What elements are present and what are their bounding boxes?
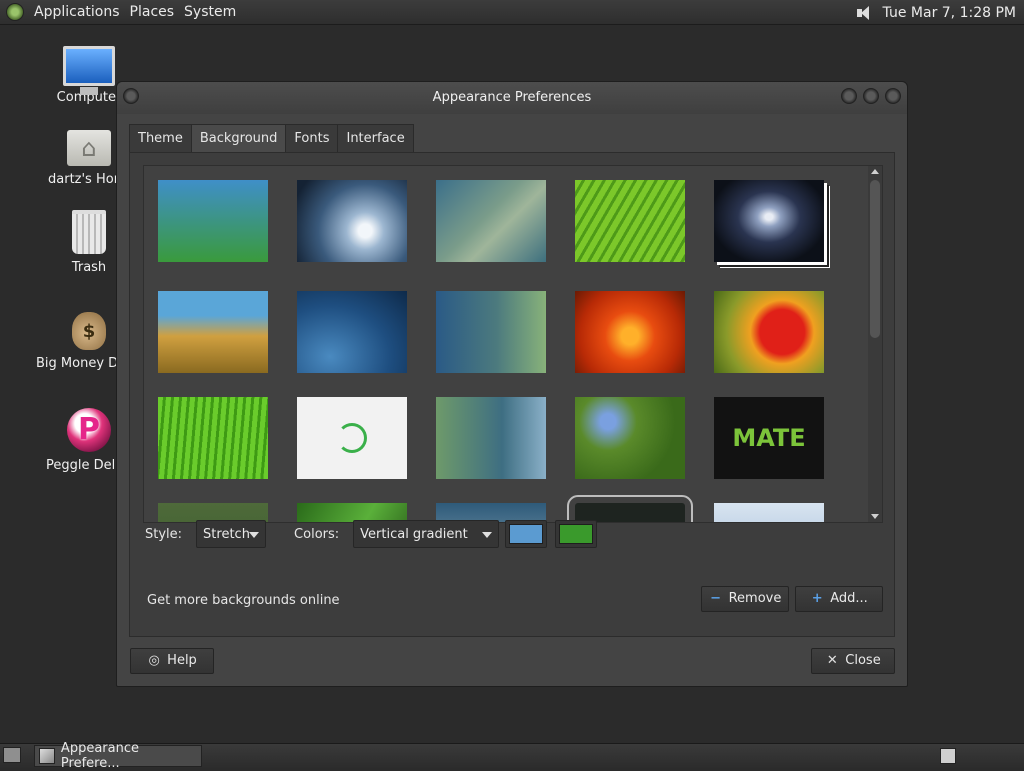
wallpaper-thumbnail[interactable]: [714, 503, 824, 522]
colors-dropdown[interactable]: Vertical gradient: [353, 520, 500, 548]
wallpaper-thumbnail[interactable]: [436, 180, 546, 262]
tab-interface[interactable]: Interface: [337, 124, 414, 154]
top-panel: Applications Places System Tue Mar 7, 1:…: [0, 0, 1024, 25]
minus-icon: −: [710, 591, 722, 606]
taskbar-window-button[interactable]: Appearance Prefere...: [34, 741, 202, 771]
money-bag-icon: $: [72, 312, 106, 350]
computer-icon: [63, 46, 115, 95]
clock[interactable]: Tue Mar 7, 1:28 PM: [883, 5, 1016, 21]
wallpaper-thumbnail[interactable]: [436, 397, 546, 479]
bottom-panel: Appearance Prefere...: [0, 741, 1024, 771]
wallpaper-thumbnail[interactable]: [714, 291, 824, 373]
secondary-color-button[interactable]: [555, 520, 598, 548]
trash-icon: [72, 210, 106, 254]
wallpaper-thumbnail[interactable]: [297, 180, 407, 262]
mate-menu-icon[interactable]: [6, 3, 24, 21]
desktop-icon-label: Peggle Deluxe: [46, 458, 118, 473]
wallpaper-thumbnail[interactable]: [297, 291, 407, 373]
applications-menu[interactable]: Applications: [32, 4, 128, 20]
wallpaper-thumbnail[interactable]: [714, 180, 824, 262]
system-menu[interactable]: System: [182, 4, 244, 20]
colors-label: Colors:: [294, 526, 340, 542]
wallpaper-thumbnail[interactable]: MATE: [714, 397, 824, 479]
wallpaper-thumbnail[interactable]: [158, 397, 268, 479]
add-button-label: Add...: [830, 591, 868, 606]
wallpaper-thumbnail[interactable]: [158, 291, 268, 373]
wallpaper-scrollbar[interactable]: [868, 166, 882, 522]
wallpaper-thumbnail[interactable]: [575, 180, 685, 262]
remove-button-label: Remove: [728, 591, 782, 606]
close-button-label: Close: [845, 653, 881, 668]
help-lifebuoy-icon: ◎: [148, 653, 160, 668]
places-menu[interactable]: Places: [128, 4, 183, 20]
help-button[interactable]: ◎ Help: [130, 648, 214, 674]
remove-button[interactable]: − Remove: [701, 586, 789, 612]
get-more-backgrounds-link[interactable]: Get more backgrounds online: [147, 593, 340, 608]
tab-fonts[interactable]: Fonts: [285, 124, 339, 154]
wallpaper-thumbnail[interactable]: [158, 180, 268, 262]
style-colors-row: Style: Stretch Colors: Vertical gradient: [145, 519, 598, 549]
secondary-color-swatch: [559, 524, 594, 544]
wallpaper-grid[interactable]: MATE: [143, 165, 883, 523]
workspace-switcher[interactable]: [940, 748, 956, 764]
minimize-button[interactable]: [841, 88, 857, 104]
maximize-button[interactable]: [863, 88, 879, 104]
desktop-icon-label: Big Money Deluxe: [36, 356, 118, 371]
wallpaper-thumbnail[interactable]: [436, 291, 546, 373]
style-label: Style:: [145, 526, 183, 542]
close-button[interactable]: ✕ Close: [811, 648, 895, 674]
background-tab-panel: MATE Style: Stretch Colors: Vertical gra…: [129, 152, 895, 637]
primary-color-swatch: [509, 524, 544, 544]
wallpaper-thumbnail[interactable]: [575, 397, 685, 479]
speaker-icon[interactable]: [855, 5, 873, 21]
appearance-app-icon: [39, 748, 55, 764]
desktop-icon-label: dartz's Home: [48, 172, 118, 187]
scroll-down-arrow-icon[interactable]: [871, 514, 879, 519]
tab-bar: Theme Background Fonts Interface: [129, 124, 414, 154]
tab-theme[interactable]: Theme: [129, 124, 192, 154]
wallpaper-thumbnail[interactable]: [297, 397, 407, 479]
primary-color-button[interactable]: [505, 520, 548, 548]
taskbar-window-label: Appearance Prefere...: [60, 741, 139, 771]
close-window-button[interactable]: [885, 88, 901, 104]
tab-background[interactable]: Background: [190, 124, 287, 154]
peggle-icon: P: [67, 408, 111, 452]
add-button[interactable]: + Add...: [795, 586, 883, 612]
plus-icon: +: [811, 591, 823, 606]
home-folder-icon: [67, 130, 111, 166]
close-icon: ✕: [826, 653, 838, 668]
dialog-titlebar[interactable]: Appearance Preferences: [117, 82, 907, 114]
dialog-title: Appearance Preferences: [432, 90, 592, 105]
style-dropdown[interactable]: Stretch: [196, 520, 267, 548]
help-button-label: Help: [167, 653, 197, 668]
scroll-up-arrow-icon[interactable]: [871, 169, 879, 174]
show-desktop-icon[interactable]: [3, 747, 21, 763]
panel-tray: Tue Mar 7, 1:28 PM: [855, 0, 1024, 25]
scroll-thumb[interactable]: [870, 180, 880, 338]
appearance-preferences-dialog: Appearance Preferences Theme Background …: [116, 81, 908, 687]
mate-ring-icon: [337, 423, 367, 453]
mate-logo-text: MATE: [732, 424, 806, 452]
wallpaper-thumbnail[interactable]: [575, 291, 685, 373]
